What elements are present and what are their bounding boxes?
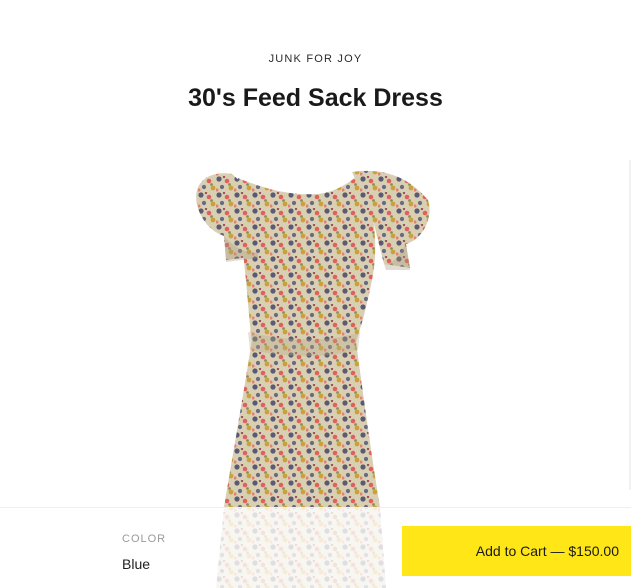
color-label: COLOR [122,533,167,545]
product-page: JUNK FOR JOY 30's Feed Sack Dress COLOR … [0,0,631,588]
product-vendor[interactable]: JUNK FOR JOY [0,53,631,65]
add-to-cart-button[interactable]: Add to Cart — $150.00 [402,526,631,576]
color-value[interactable]: Blue [122,556,150,572]
product-title: 30's Feed Sack Dress [188,84,443,112]
